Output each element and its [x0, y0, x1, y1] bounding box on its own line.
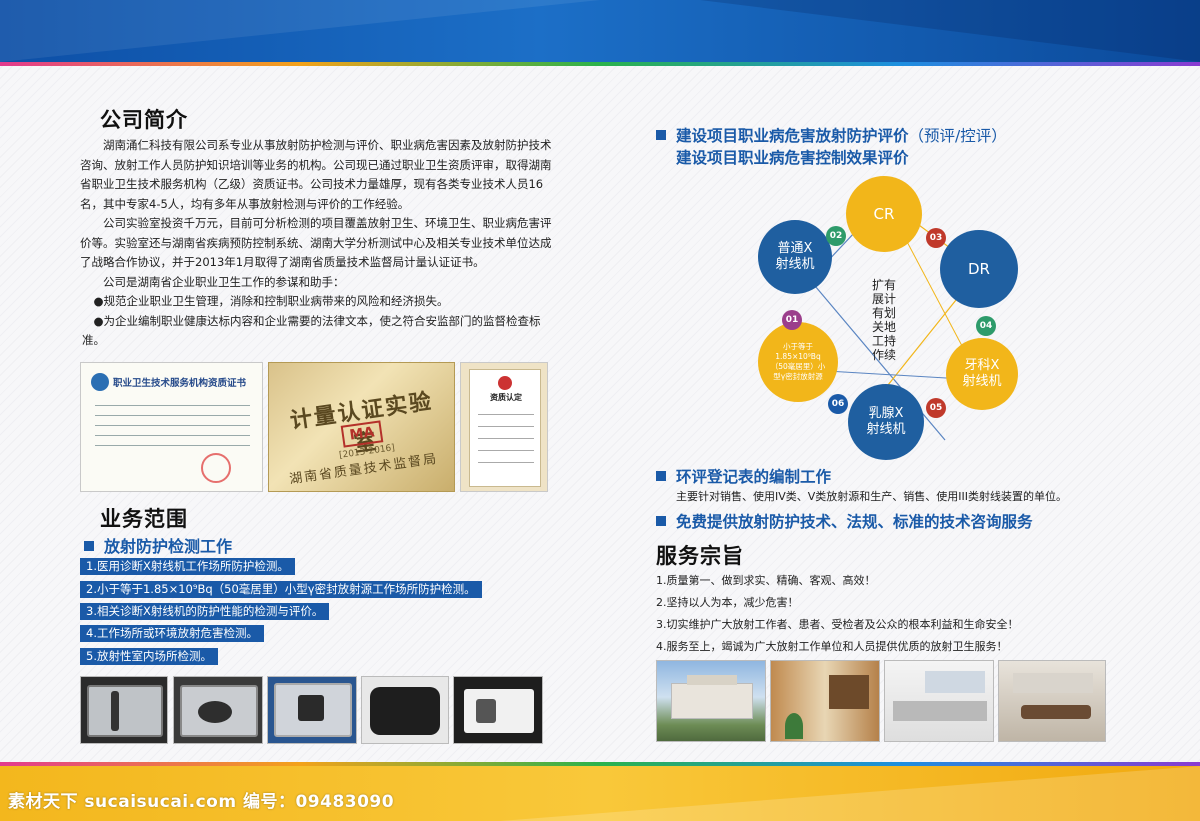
service-aims-list: 1.质量第一、做到求实、精确、客观、高效！ 2.坚持以人为本，减少危害！ 3.切… — [656, 570, 1019, 658]
stock-watermark: 素材天下 sucaisucai.com 编号：09483090 — [8, 792, 395, 812]
aim-item-1: 1.质量第一、做到求实、精确、客观、高效！ — [656, 574, 876, 587]
qualification-certificate-image: 职业卫生技术服务机构资质证书 — [80, 362, 263, 492]
intro-bullet-1: ●规范企业职业卫生管理，消除和控制职业病带来的风险和经济损失。 — [93, 294, 449, 308]
intro-paragraph-2: 公司实验室投资千万元，目前可分析检测的项目覆盖放射卫生、环境卫生、职业病危害评价… — [80, 216, 552, 269]
equipment-photo-3 — [267, 676, 357, 744]
badge-04: 04 — [976, 316, 996, 336]
equipment-photo-1 — [80, 676, 168, 744]
radiation-testing-heading: 放射防护检测工作 — [84, 533, 232, 557]
company-intro-text: 湖南涌仁科技有限公司系专业从事放射防护检测与评价、职业病危害因素及放射防护技术咨… — [80, 136, 556, 351]
node-sealed-source: 小于等于 1.85×10⁹Bq （50毫居里）小 型γ密封放射源 — [758, 322, 838, 402]
reception-photo — [770, 660, 880, 742]
brochure-page: 公司简介 湖南涌仁科技有限公司系专业从事放射防护检测与评价、职业病危害因素及放射… — [0, 0, 1200, 821]
cert3-title: 资质认定 — [490, 393, 522, 402]
metrology-lab-plaque-image: 计量认证实验室 MA [2013-2016] 湖南省质量技术监督局 — [268, 362, 455, 492]
badge-05: 05 — [926, 398, 946, 418]
node-dr: DR — [940, 230, 1018, 308]
business-scope-heading: 业务范围 — [100, 507, 188, 531]
env-form-description: 主要针对销售、使用IV类、V类放射源和生产、销售、使用III类射线装置的单位。 — [676, 490, 1068, 503]
consulting-heading: 免费提供放射防护技术、法规、标准的技术咨询服务 — [656, 510, 1033, 532]
top-rainbow-stripe — [0, 62, 1200, 66]
evaluation-heading-2: 建设项目职业病危害控制效果评价 — [676, 149, 909, 167]
accreditation-certificate-image: 资质认定 — [460, 362, 548, 492]
service-item-4: 4.工作场所或环境放射危害检测。 — [80, 625, 264, 642]
service-item-3: 3.相关诊断X射线机的防护性能的检测与评价。 — [80, 603, 330, 620]
intro-paragraph-3: 公司是湖南省企业职业卫生工作的参谋和助手： — [103, 274, 345, 289]
service-item-2: 2.小于等于1.85×10⁹Bq（50毫居里）小型γ密封放射源工作场所防护检测。 — [80, 581, 482, 598]
equipment-photo-4 — [361, 676, 449, 744]
aim-item-2: 2.坚持以人为本，减少危害！ — [656, 596, 799, 609]
office-building-photo — [656, 660, 766, 742]
badge-06: 06 — [828, 394, 848, 414]
meeting-room-photo — [998, 660, 1106, 742]
intro-bullet-2: ●为企业编制职业健康达标内容和企业需要的法律文本，使之符合安监部门的监督检查标准… — [82, 313, 541, 348]
aim-item-4: 4.服务至上，竭诚为广大放射工作单位和人员提供优质的放射卫生服务！ — [656, 640, 1008, 653]
node-normal-xray: 普通X 射线机 — [758, 220, 832, 294]
equipment-cycle-diagram: 扩有 展计 有划 关地 工持 作续 CR 普通X 射线机 DR 小于等于 1.85×10⁹B… — [750, 170, 1050, 460]
badge-01: 01 — [782, 310, 802, 330]
service-item-5: 5.放射性室内场所检测。 — [80, 648, 218, 665]
service-item-1: 1.医用诊断X射线机工作场所防护检测。 — [80, 558, 295, 575]
badge-02: 02 — [826, 226, 846, 246]
service-aims-heading: 服务宗旨 — [656, 544, 744, 568]
node-cr: CR — [846, 176, 922, 252]
office-workspace-photo — [884, 660, 994, 742]
aim-item-3: 3.切实维护广大放射工作者、患者、受检者及公众的根本利益和生命安全！ — [656, 618, 1019, 631]
national-emblem-icon — [498, 376, 512, 390]
diagram-center-text: 扩有 展计 有划 关地 工持 作续 — [871, 278, 896, 362]
top-banner — [0, 0, 1200, 62]
cert1-title: 职业卫生技术服务机构资质证书 — [113, 378, 247, 389]
node-dental-xray: 牙科X 射线机 — [946, 338, 1018, 410]
equipment-photo-2 — [173, 676, 263, 744]
company-intro-heading: 公司简介 — [100, 108, 188, 132]
intro-paragraph-1: 湖南涌仁科技有限公司系专业从事放射防护检测与评价、职业病危害因素及放射防护技术咨… — [80, 138, 552, 211]
red-stamp-icon — [201, 453, 231, 483]
equipment-photo-5 — [453, 676, 543, 744]
evaluation-heading-1: 建设项目职业病危害放射防护评价（预评/控评） — [656, 124, 1007, 146]
env-form-heading: 环评登记表的编制工作 — [656, 465, 831, 487]
badge-03: 03 — [926, 228, 946, 248]
node-mammography-xray: 乳腺X 射线机 — [848, 384, 924, 460]
